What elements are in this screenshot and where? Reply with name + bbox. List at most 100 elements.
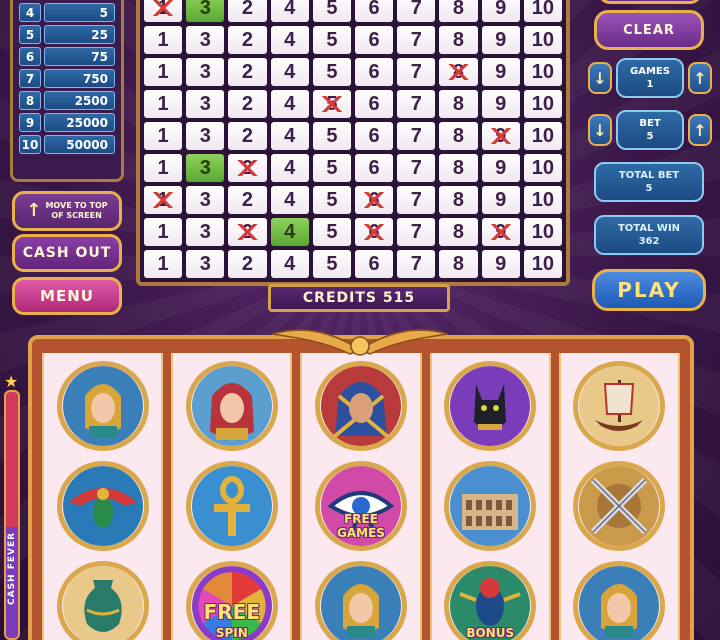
keno-cell[interactable]: 2 [228,122,267,150]
keno-cell[interactable]: 10 [523,218,562,246]
keno-cell[interactable]: 9 [481,90,520,118]
keno-cell[interactable]: 8 [439,154,478,182]
keno-cell[interactable]: 7 [397,186,436,214]
keno-cell[interactable]: 7 [397,58,436,86]
keno-cell[interactable]: 1 [144,90,183,118]
keno-cell[interactable]: 3 [186,122,225,150]
keno-cell[interactable]: 4 [270,218,309,246]
keno-cell[interactable]: 2 [228,154,267,182]
bet-decrease-button[interactable]: ↓ [588,114,612,146]
keno-cell[interactable]: 2 [228,0,267,22]
keno-cell[interactable]: 6 [355,250,394,278]
keno-cell[interactable]: 1 [144,0,183,22]
keno-cell[interactable]: 3 [186,26,225,54]
keno-cell[interactable]: 1 [144,26,183,54]
keno-cell[interactable]: 6 [355,218,394,246]
keno-cell[interactable]: 4 [270,250,309,278]
keno-cell[interactable]: 2 [228,250,267,278]
clear-button[interactable]: CLEAR [594,10,704,50]
keno-cell[interactable]: 4 [270,122,309,150]
keno-cell[interactable]: 7 [397,0,436,22]
keno-cell[interactable]: 2 [228,186,267,214]
keno-cell[interactable]: 1 [144,186,183,214]
keno-cell[interactable]: 5 [312,90,351,118]
keno-cell[interactable]: 8 [439,218,478,246]
keno-cell[interactable]: 2 [228,90,267,118]
keno-cell[interactable]: 4 [270,0,309,22]
keno-cell[interactable]: 2 [228,26,267,54]
keno-cell[interactable]: 10 [523,58,562,86]
keno-cell[interactable]: 5 [312,58,351,86]
keno-cell[interactable]: 10 [523,90,562,118]
play-button[interactable]: PLAY [592,269,706,311]
keno-cell[interactable]: 7 [397,250,436,278]
keno-cell[interactable]: 4 [270,154,309,182]
keno-cell[interactable]: 9 [481,154,520,182]
keno-cell[interactable]: 2 [228,218,267,246]
keno-cell[interactable]: 1 [144,122,183,150]
keno-cell[interactable]: 10 [523,122,562,150]
keno-cell[interactable]: 5 [312,26,351,54]
keno-cell[interactable]: 8 [439,58,478,86]
keno-cell[interactable]: 3 [186,154,225,182]
keno-cell[interactable]: 6 [355,122,394,150]
keno-cell[interactable]: 7 [397,218,436,246]
keno-cell[interactable]: 6 [355,154,394,182]
keno-cell[interactable]: 6 [355,90,394,118]
keno-cell[interactable]: 9 [481,0,520,22]
keno-cell[interactable]: 10 [523,0,562,22]
keno-cell[interactable]: 4 [270,90,309,118]
keno-cell[interactable]: 1 [144,58,183,86]
keno-cell[interactable]: 7 [397,122,436,150]
keno-cell[interactable]: 10 [523,154,562,182]
keno-cell[interactable]: 7 [397,26,436,54]
keno-cell[interactable]: 8 [439,90,478,118]
keno-cell[interactable]: 3 [186,218,225,246]
keno-cell[interactable]: 8 [439,250,478,278]
keno-cell[interactable]: 6 [355,58,394,86]
keno-cell[interactable]: 5 [312,250,351,278]
keno-cell[interactable]: 8 [439,122,478,150]
keno-cell[interactable]: 8 [439,26,478,54]
move-to-top-button[interactable]: ↑ MOVE TO TOP OF SCREEN [12,191,122,231]
keno-cell[interactable]: 9 [481,250,520,278]
keno-cell[interactable]: 5 [312,154,351,182]
cash-out-button[interactable]: CASH OUT [12,234,122,272]
paytable-pays: 750 [44,69,115,88]
keno-cell[interactable]: 5 [312,186,351,214]
keno-cell[interactable]: 6 [355,186,394,214]
keno-cell[interactable]: 9 [481,26,520,54]
keno-cell[interactable]: 4 [270,186,309,214]
keno-cell[interactable]: 4 [270,58,309,86]
keno-cell[interactable]: 1 [144,218,183,246]
keno-cell[interactable]: 9 [481,218,520,246]
keno-cell[interactable]: 5 [312,218,351,246]
keno-cell[interactable]: 3 [186,90,225,118]
menu-button[interactable]: MENU [12,277,122,315]
keno-cell[interactable]: 10 [523,26,562,54]
keno-cell[interactable]: 2 [228,58,267,86]
keno-cell[interactable]: 3 [186,186,225,214]
keno-cell[interactable]: 7 [397,90,436,118]
keno-cell[interactable]: 5 [312,122,351,150]
keno-cell[interactable]: 10 [523,186,562,214]
keno-cell[interactable]: 5 [312,0,351,22]
bet-increase-button[interactable]: ↑ [688,114,712,146]
keno-cell[interactable]: 9 [481,122,520,150]
keno-cell[interactable]: 8 [439,0,478,22]
keno-cell[interactable]: 8 [439,186,478,214]
keno-cell[interactable]: 7 [397,154,436,182]
keno-cell[interactable]: 6 [355,26,394,54]
keno-cell[interactable]: 10 [523,250,562,278]
keno-cell[interactable]: 1 [144,250,183,278]
keno-cell[interactable]: 3 [186,250,225,278]
keno-cell[interactable]: 3 [186,0,225,22]
keno-cell[interactable]: 9 [481,58,520,86]
games-increase-button[interactable]: ↑ [688,62,712,94]
keno-cell[interactable]: 4 [270,26,309,54]
keno-cell[interactable]: 1 [144,154,183,182]
keno-cell[interactable]: 9 [481,186,520,214]
keno-cell[interactable]: 3 [186,58,225,86]
games-decrease-button[interactable]: ↓ [588,62,612,94]
keno-cell[interactable]: 6 [355,0,394,22]
